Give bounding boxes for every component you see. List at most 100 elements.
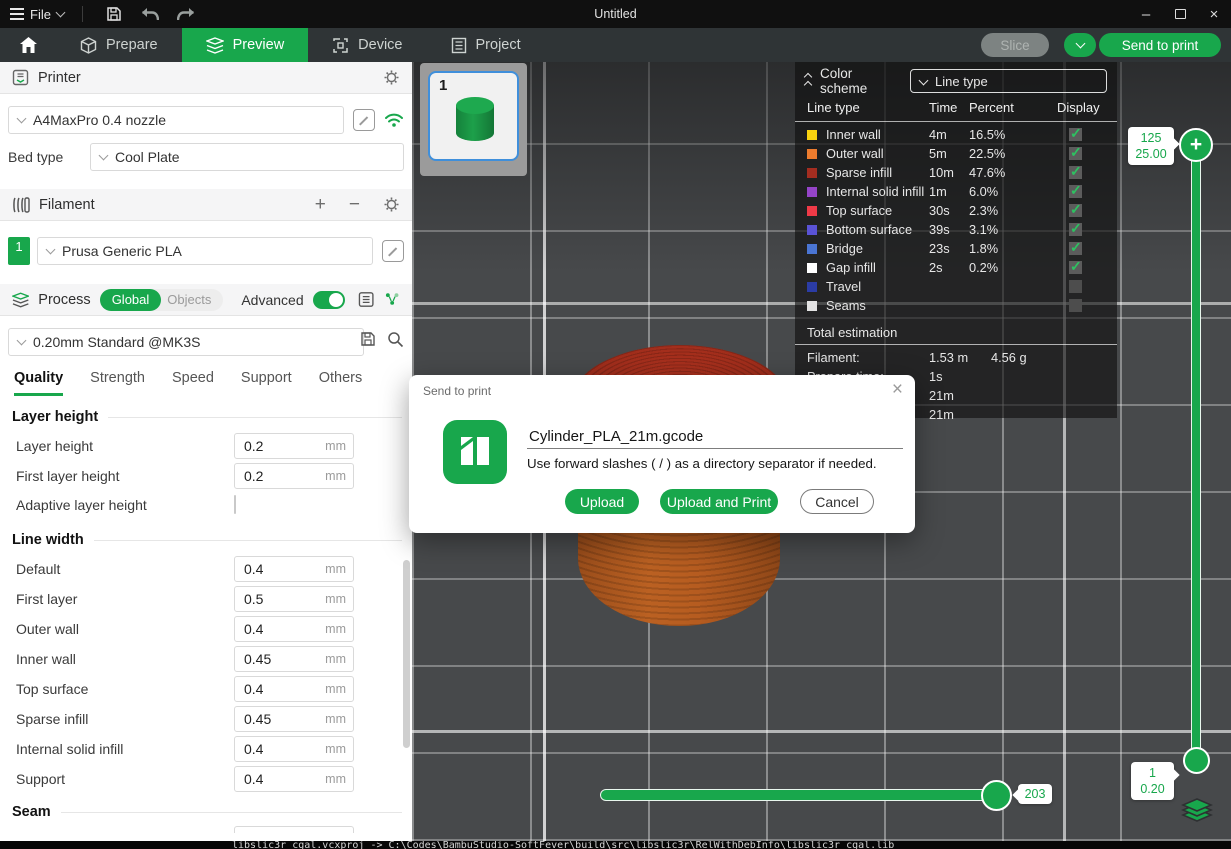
plate-number: 1 xyxy=(439,77,447,94)
collapse-icon[interactable] xyxy=(805,74,811,88)
process-param-tabs: Quality Strength Speed Support Others xyxy=(14,370,412,396)
sidebar-scrollbar[interactable] xyxy=(403,560,410,748)
minimize-button[interactable]: – xyxy=(1129,0,1163,28)
cancel-button[interactable]: Cancel xyxy=(800,489,874,514)
layers-icon xyxy=(206,37,224,54)
dialog-close-button[interactable]: × xyxy=(892,379,903,401)
move-slider-track[interactable] xyxy=(600,789,1000,801)
filament-slot-badge[interactable]: 1 xyxy=(8,237,30,265)
tab-preview[interactable]: Preview xyxy=(182,28,309,62)
upload-button[interactable]: Upload xyxy=(565,489,639,514)
project-icon xyxy=(451,37,467,54)
main-nav: Prepare Preview Device Project Slice Sen… xyxy=(0,28,1231,62)
process-section-title: Process xyxy=(38,292,90,308)
send-options-button[interactable] xyxy=(1064,33,1096,57)
display-checkbox[interactable] xyxy=(1069,299,1082,312)
send-to-print-button[interactable]: Send to print xyxy=(1099,33,1221,57)
display-checkbox[interactable] xyxy=(1069,204,1082,217)
printer-section-title: Printer xyxy=(38,70,81,86)
tab-device-label: Device xyxy=(358,37,402,53)
display-checkbox[interactable] xyxy=(1069,280,1082,293)
printer-settings-gear-icon[interactable] xyxy=(383,69,400,86)
search-icon[interactable] xyxy=(387,331,404,348)
tab-project-label: Project xyxy=(476,37,521,53)
plate-thumbnail-selected: 1 xyxy=(428,71,519,161)
wifi-icon[interactable] xyxy=(384,112,404,128)
advanced-toggle[interactable] xyxy=(313,291,346,309)
filename-input[interactable] xyxy=(527,425,903,449)
process-advanced-icon[interactable] xyxy=(384,291,400,308)
color-swatch xyxy=(807,149,817,159)
display-checkbox[interactable] xyxy=(1069,261,1082,274)
color-scheme-title: Color scheme xyxy=(820,66,901,96)
filament-settings-gear-icon[interactable] xyxy=(383,196,400,213)
printer-preset-value: A4MaxPro 0.4 nozzle xyxy=(33,112,166,128)
setting-row: Support mm xyxy=(12,764,412,794)
layer-slider-top-handle[interactable]: + xyxy=(1179,128,1213,162)
legend-row: Bridge23s1.8% xyxy=(795,239,1117,258)
bed-type-select[interactable]: Cool Plate xyxy=(90,143,404,171)
layer-slider-bottom-handle[interactable] xyxy=(1183,747,1210,774)
tab-quality[interactable]: Quality xyxy=(14,370,63,396)
add-filament-button[interactable]: + xyxy=(315,194,326,216)
display-checkbox[interactable] xyxy=(1069,147,1082,160)
tab-device[interactable]: Device xyxy=(308,28,426,62)
tab-strength[interactable]: Strength xyxy=(90,370,145,396)
display-checkbox[interactable] xyxy=(1069,166,1082,179)
bed-type-label: Bed type xyxy=(8,149,90,165)
legend-row: Bottom surface39s3.1% xyxy=(795,220,1117,239)
undo-icon xyxy=(141,7,159,21)
maximize-button[interactable] xyxy=(1163,0,1197,28)
color-swatch xyxy=(807,301,817,311)
display-checkbox[interactable] xyxy=(1069,242,1082,255)
home-icon xyxy=(19,36,38,54)
save-button[interactable] xyxy=(101,3,127,25)
tab-prepare[interactable]: Prepare xyxy=(56,28,182,62)
plate-thumbnail[interactable]: 1 xyxy=(420,63,527,176)
file-menu[interactable]: File xyxy=(10,7,64,22)
color-swatch xyxy=(807,263,817,273)
move-slider-label: 203 xyxy=(1018,784,1052,804)
tab-speed[interactable]: Speed xyxy=(172,370,214,396)
slice-button[interactable]: Slice xyxy=(981,33,1049,57)
redo-button[interactable] xyxy=(173,3,199,25)
divider xyxy=(82,6,83,22)
layers-view-button[interactable] xyxy=(1181,797,1213,825)
layer-slider-track[interactable] xyxy=(1191,145,1201,763)
edit-printer-button[interactable] xyxy=(353,109,375,131)
printer-preset-select[interactable]: A4MaxPro 0.4 nozzle xyxy=(8,106,344,134)
printer-section-header: Printer xyxy=(0,62,412,94)
tab-project[interactable]: Project xyxy=(427,28,545,62)
display-checkbox[interactable] xyxy=(1069,223,1082,236)
tab-others[interactable]: Others xyxy=(319,370,363,396)
legend-row: Travel xyxy=(795,277,1117,296)
console-text: libslic3r_cgal.vcxproj -> C:\Codes\Bambu… xyxy=(232,841,894,849)
parameter-list-icon[interactable] xyxy=(358,291,374,308)
process-scope-toggle[interactable]: Global Objects xyxy=(100,289,224,311)
legend-row: Seams xyxy=(795,296,1117,315)
home-button[interactable] xyxy=(0,28,56,62)
scope-global[interactable]: Global xyxy=(100,289,162,311)
save-preset-icon[interactable] xyxy=(360,331,376,347)
remove-filament-button[interactable]: − xyxy=(349,194,360,216)
color-swatch xyxy=(807,168,817,178)
close-button[interactable]: × xyxy=(1197,0,1231,28)
scope-objects[interactable]: Objects xyxy=(161,292,223,307)
process-preset-select[interactable]: 0.20mm Standard @MK3S xyxy=(8,328,364,356)
sidebar: Printer A4MaxPro 0.4 nozzle Bed type Coo… xyxy=(0,62,412,841)
display-checkbox[interactable] xyxy=(1069,185,1082,198)
move-slider-handle[interactable] xyxy=(981,780,1012,811)
console-strip: libslic3r_cgal.vcxproj -> C:\Codes\Bambu… xyxy=(0,841,1231,849)
edit-filament-button[interactable] xyxy=(382,240,404,262)
filament-preset-select[interactable]: Prusa Generic PLA xyxy=(37,237,373,265)
color-swatch xyxy=(807,130,817,140)
color-scheme-mode-select[interactable]: Line type xyxy=(910,69,1107,93)
undo-button[interactable] xyxy=(137,3,163,25)
send-to-print-dialog: Send to print × Use forward slashes ( / … xyxy=(409,375,915,533)
color-scheme-panel: Color scheme Line type Line typeTimePerc… xyxy=(795,62,1117,418)
upload-and-print-button[interactable]: Upload and Print xyxy=(660,489,778,514)
color-swatch xyxy=(807,187,817,197)
display-checkbox[interactable] xyxy=(1069,128,1082,141)
tab-support[interactable]: Support xyxy=(241,370,292,396)
adaptive-layer-height-checkbox[interactable] xyxy=(234,495,236,514)
